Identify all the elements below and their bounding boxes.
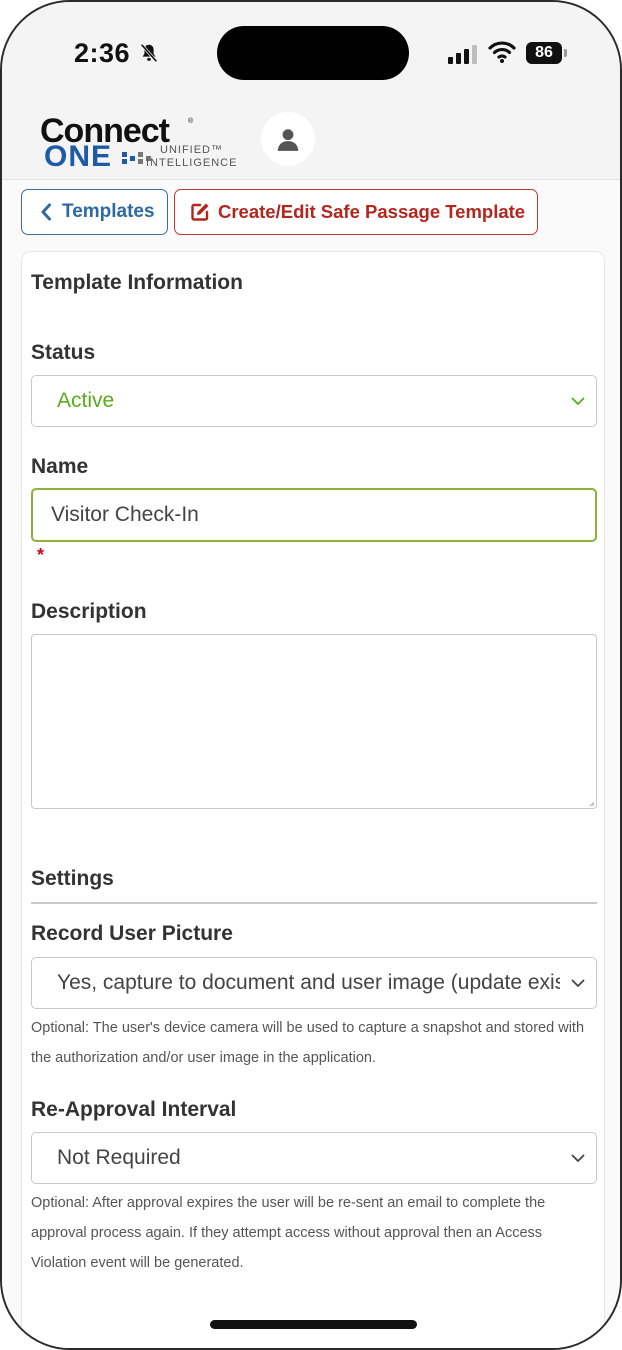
- name-input[interactable]: [31, 488, 597, 542]
- dynamic-island: [217, 26, 409, 80]
- record-user-picture-value: Yes, capture to document and user image …: [57, 971, 560, 994]
- record-user-picture-select[interactable]: Yes, capture to document and user image …: [31, 957, 597, 1009]
- name-label: Name: [31, 455, 89, 478]
- logo-intelligence-text: INTELLIGENCE: [146, 157, 238, 169]
- re-approval-interval-value: Not Required: [57, 1146, 181, 1169]
- chevron-down-icon: [560, 1133, 596, 1183]
- description-textarea[interactable]: [31, 634, 597, 809]
- home-indicator[interactable]: [210, 1320, 417, 1329]
- chevron-left-icon: [41, 203, 51, 221]
- connectone-logo[interactable]: Connect ® ONE UNIFIED™ INTELLIGENCE: [40, 114, 240, 174]
- settings-divider: [31, 902, 597, 904]
- app-header: Connect ® ONE UNIFIED™ INTELLIGENCE: [2, 102, 620, 180]
- template-form-card: Template Information Status Active Name …: [21, 251, 605, 1348]
- signal-icon: [448, 45, 477, 64]
- re-approval-interval-label: Re-Approval Interval: [31, 1098, 237, 1121]
- wifi-icon: [488, 41, 516, 63]
- user-icon: [277, 129, 299, 151]
- resize-grip-icon[interactable]: [589, 801, 595, 807]
- chevron-down-icon: [560, 376, 596, 426]
- back-button-label: Templates: [62, 201, 155, 222]
- description-label: Description: [31, 600, 147, 623]
- logo-registered-mark: ®: [188, 118, 194, 125]
- template-information-heading: Template Information: [31, 271, 243, 294]
- settings-heading: Settings: [31, 867, 114, 890]
- status-time: 2:36: [74, 38, 131, 68]
- edit-button-label: Create/Edit Safe Passage Template: [218, 201, 526, 222]
- avatar[interactable]: [261, 112, 315, 166]
- status-select-value: Active: [57, 389, 115, 412]
- chevron-down-icon: [560, 958, 596, 1008]
- battery-icon: 86: [526, 42, 568, 64]
- phone-frame: 2:36 86 Connect ® ONE UNIFIED™ INTELLIGE…: [0, 0, 622, 1350]
- create-edit-template-button[interactable]: Create/Edit Safe Passage Template: [174, 189, 538, 235]
- re-approval-interval-select[interactable]: Not Required: [31, 1132, 597, 1184]
- battery-tip: [564, 49, 567, 57]
- main-content: Templates Create/Edit Safe Passage Templ…: [2, 180, 620, 1348]
- logo-unified-text: UNIFIED™: [160, 144, 223, 156]
- required-asterisk: *: [37, 545, 45, 565]
- re-approval-interval-help: Optional: After approval expires the use…: [31, 1195, 546, 1271]
- battery-level: 86: [526, 42, 562, 64]
- status-label: Status: [31, 341, 96, 364]
- status-select[interactable]: Active: [31, 375, 597, 427]
- record-user-picture-help: Optional: The user's device camera will …: [31, 1020, 585, 1066]
- edit-icon: [191, 203, 209, 221]
- logo-one-text: ONE: [44, 140, 113, 173]
- bell-slash-icon: [140, 43, 158, 63]
- record-user-picture-label: Record User Picture: [31, 922, 233, 945]
- status-bar: 2:36 86: [2, 2, 620, 102]
- back-to-templates-button[interactable]: Templates: [21, 189, 168, 235]
